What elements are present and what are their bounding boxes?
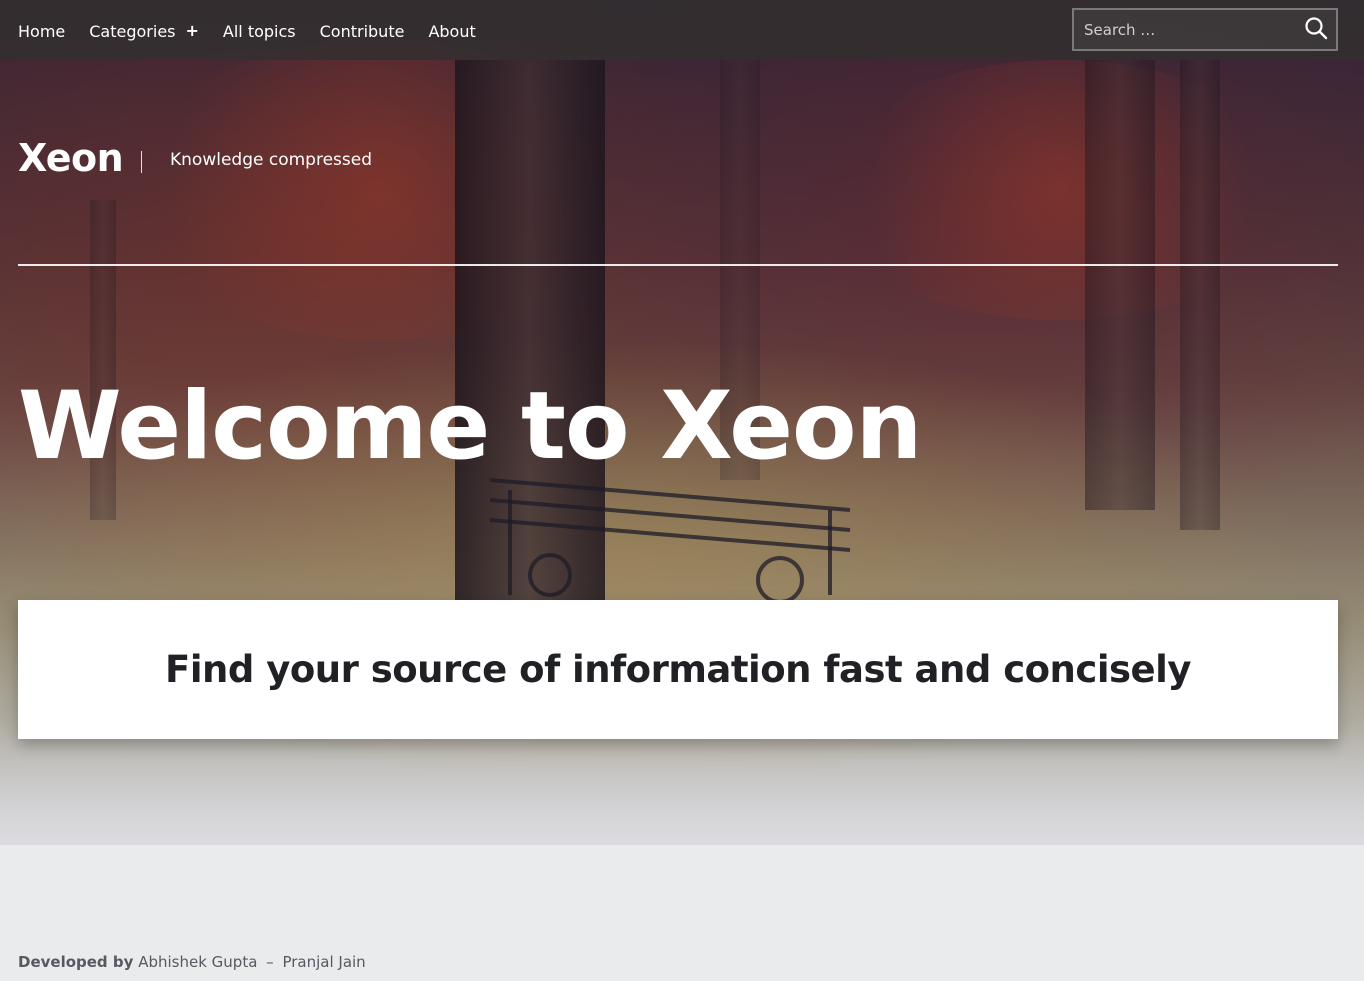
hero-heading: Welcome to Xeon — [18, 372, 922, 481]
footer: Developed by Abhishek Gupta – Pranjal Ja… — [0, 845, 1364, 981]
tree-trunk — [1180, 60, 1220, 530]
search-input[interactable] — [1074, 10, 1296, 49]
nav-item-label: Contribute — [319, 21, 405, 41]
hero-card: Find your source of information fast and… — [18, 600, 1338, 739]
credits-separator: – — [266, 953, 274, 971]
foliage-shape — [820, 60, 1300, 320]
nav-item-label: Categories — [89, 21, 176, 41]
developer-link-pranjal[interactable]: Pranjal Jain — [282, 953, 365, 971]
developer-link-abhishek[interactable]: Abhishek Gupta — [138, 953, 257, 971]
plus-icon[interactable]: + — [186, 23, 199, 39]
site-tagline: Knowledge compressed — [170, 150, 372, 170]
nav-item-label: About — [428, 21, 476, 41]
nav-item-label: All topics — [222, 21, 296, 41]
main-nav: Home Categories + All topics Contribute … — [18, 0, 500, 60]
site-title[interactable]: Xeon — [18, 136, 124, 180]
footer-credits: Developed by Abhishek Gupta – Pranjal Ja… — [18, 953, 366, 971]
nav-item-all-topics[interactable]: All topics — [223, 20, 296, 41]
hero-card-text: Find your source of information fast and… — [165, 648, 1191, 691]
top-navigation-bar: Home Categories + All topics Contribute … — [0, 0, 1364, 60]
nav-item-home[interactable]: Home — [18, 20, 65, 41]
search-form — [1072, 8, 1338, 51]
nav-item-label: Home — [18, 21, 66, 41]
hero-divider — [18, 264, 1338, 266]
nav-item-about[interactable]: About — [428, 20, 475, 41]
page: Home Categories + All topics Contribute … — [0, 0, 1364, 981]
search-icon — [1304, 16, 1328, 44]
branding-divider — [141, 151, 142, 173]
search-button[interactable] — [1296, 10, 1336, 49]
nav-item-contribute[interactable]: Contribute — [320, 20, 405, 41]
tree-trunk — [1085, 60, 1155, 510]
bench-illustration — [489, 478, 851, 600]
developed-by-label: Developed by — [18, 953, 134, 971]
nav-item-categories[interactable]: Categories + — [89, 20, 199, 41]
